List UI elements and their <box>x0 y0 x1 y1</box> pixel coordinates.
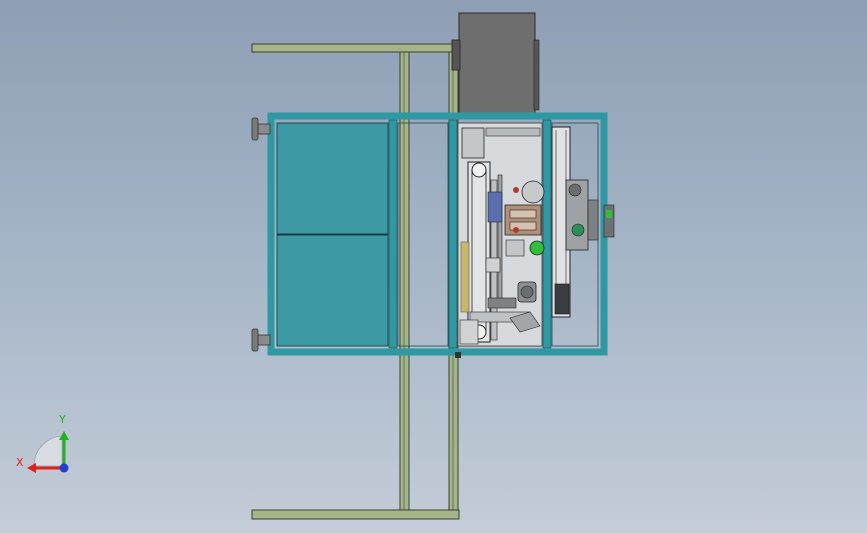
machinery-assembly <box>457 122 615 347</box>
x-axis-label: X <box>16 456 24 469</box>
frame-top-beam <box>251 43 460 53</box>
caster-mounts <box>251 117 271 352</box>
z-axis-dot <box>59 463 69 473</box>
y-axis-label: Y <box>59 413 66 426</box>
coordinate-triad: X Y <box>12 410 82 480</box>
motor-housing <box>451 12 540 116</box>
triad-graphic <box>27 431 69 473</box>
teal-panel-lower <box>276 234 389 347</box>
cad-viewport[interactable]: X Y <box>0 0 867 533</box>
teal-panel-upper <box>276 122 389 235</box>
frame-left-post <box>399 51 410 511</box>
frame-bottom-beam <box>251 509 460 520</box>
cad-top-view-model[interactable] <box>0 0 867 533</box>
